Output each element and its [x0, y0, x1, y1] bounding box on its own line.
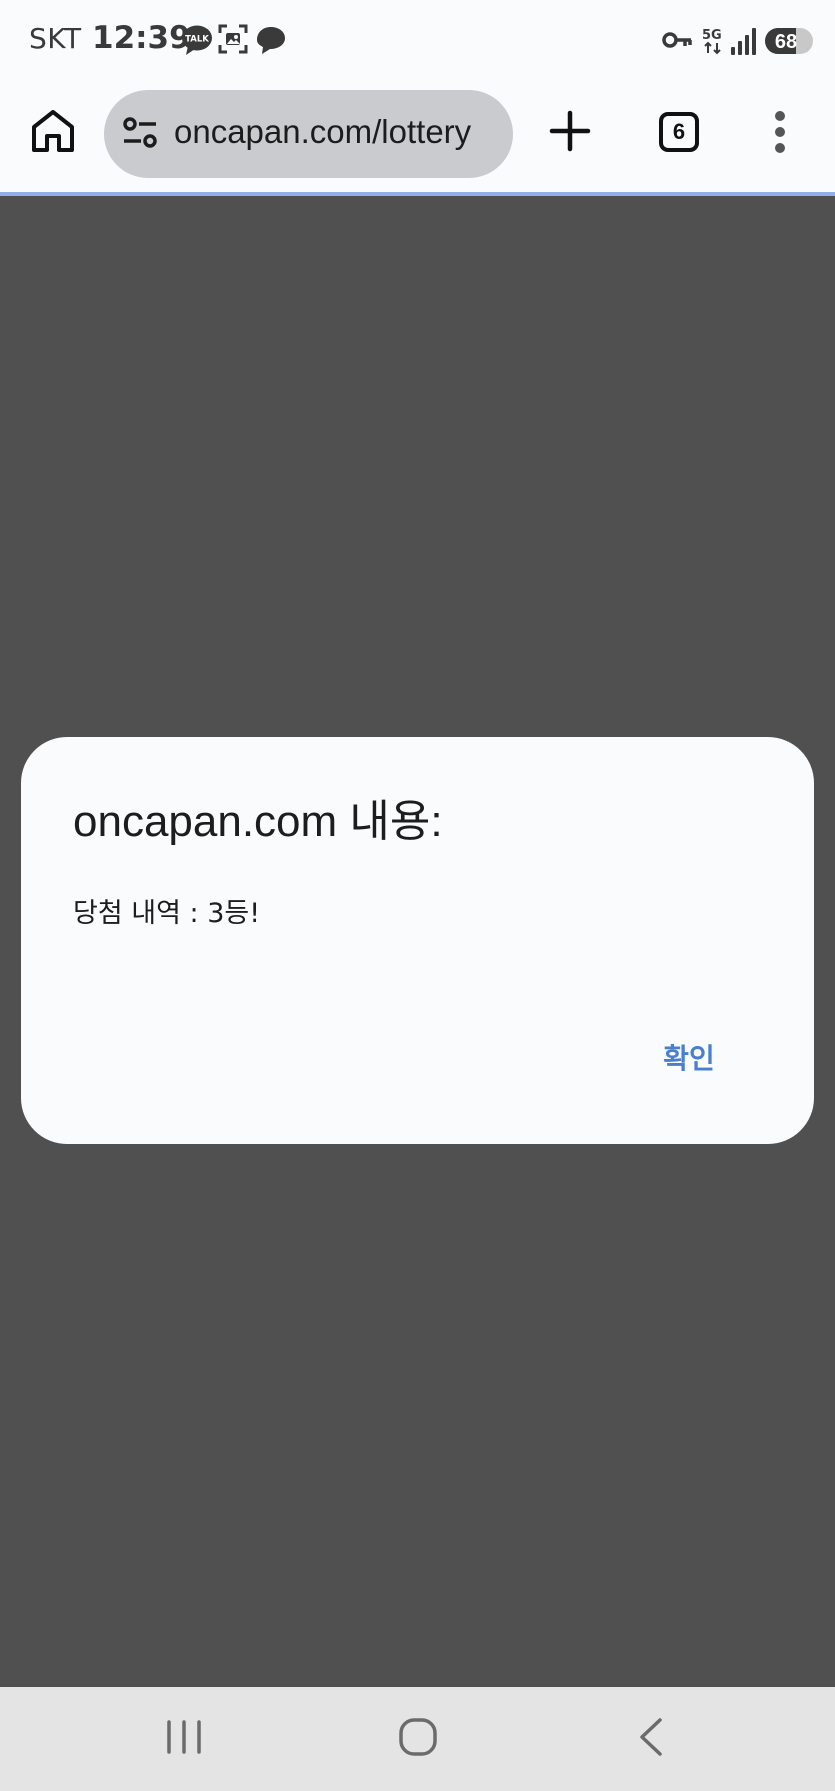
dialog-title: oncapan.com 내용:: [73, 797, 443, 846]
key-icon: [661, 30, 693, 54]
site-settings-icon[interactable]: [122, 116, 158, 154]
network-5g-icon: 5G: [701, 26, 727, 60]
alert-dialog: oncapan.com 내용: 당첨 내역 : 3등! 확인: [21, 737, 814, 1144]
signal-icon: [730, 26, 758, 60]
battery-icon: 68: [764, 26, 814, 60]
screen: SKT 12:39 TALK 5G 68 oncapan.com/lottery…: [0, 0, 835, 1791]
kakaotalk-icon: TALK: [181, 24, 213, 62]
carrier-label: SKT: [29, 22, 82, 55]
tab-count: 6: [672, 119, 686, 144]
svg-text:TALK: TALK: [185, 35, 209, 45]
network-type-label: 5G: [702, 28, 722, 43]
navigation-bar: [0, 1687, 835, 1791]
tab-switcher-button[interactable]: 6: [659, 112, 699, 152]
recent-apps-icon: [167, 1720, 201, 1754]
address-bar[interactable]: oncapan.com/lottery: [104, 90, 513, 178]
url-text[interactable]: oncapan.com/lottery: [174, 113, 513, 151]
home-nav-button[interactable]: [399, 1718, 437, 1760]
browser-toolbar: oncapan.com/lottery 6: [0, 82, 835, 196]
back-button[interactable]: [636, 1717, 666, 1761]
status-bar: SKT 12:39 TALK 5G 68: [0, 0, 835, 82]
screenshot-icon: [218, 24, 248, 58]
chat-icon: [253, 24, 287, 60]
recent-apps-button[interactable]: [165, 1719, 203, 1759]
home-circle-icon: [399, 1718, 437, 1756]
dialog-message: 당첨 내역 : 3등!: [73, 898, 261, 929]
home-icon: [32, 110, 74, 152]
clock: 12:39: [92, 20, 191, 56]
ok-button[interactable]: 확인: [649, 1035, 729, 1083]
new-tab-button[interactable]: [549, 110, 591, 152]
plus-icon: [549, 110, 591, 152]
battery-level: 68: [775, 31, 797, 53]
menu-button[interactable]: [772, 110, 788, 154]
home-button[interactable]: [30, 108, 76, 154]
back-icon: [640, 1718, 662, 1756]
more-vert-icon: [775, 111, 785, 153]
